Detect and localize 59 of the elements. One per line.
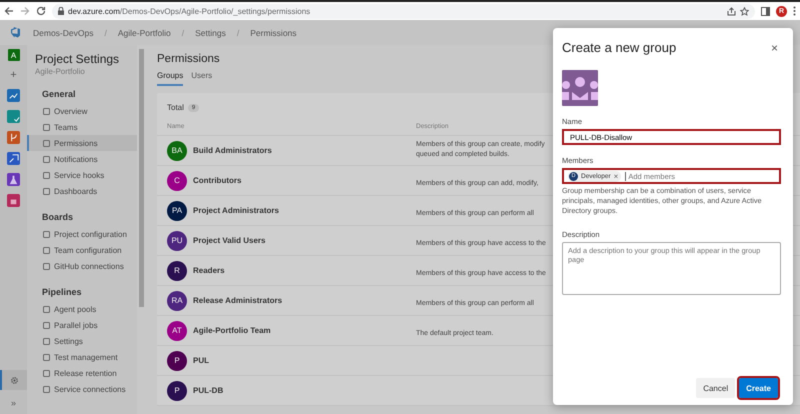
group-avatar: P — [167, 380, 187, 400]
dialog-button[interactable]: Create — [739, 378, 778, 398]
sidebar-item[interactable]: Notifications — [27, 151, 137, 167]
group-name[interactable]: Contributors — [193, 176, 242, 185]
group-avatar: PA — [167, 200, 187, 220]
sidebar-item[interactable]: GitHub connections — [27, 258, 137, 274]
breadcrumb-link[interactable]: Settings — [195, 28, 226, 38]
group-avatar: C — [167, 170, 187, 190]
sidebar-item[interactable]: Agent pools — [27, 301, 137, 317]
address-bar[interactable]: dev.azure.com/Demos-DevOps/Agile-Portfolio/_settings/permissions — [52, 4, 755, 18]
breadcrumb-separator: / — [236, 28, 240, 38]
tab[interactable]: Users — [191, 71, 212, 86]
group-avatar: R — [167, 260, 187, 280]
section-heading: General — [42, 89, 77, 99]
remove-button[interactable]: × — [614, 172, 618, 180]
group-name[interactable]: Project Administrators — [193, 206, 279, 215]
breadcrumb-link[interactable]: Demos-DevOps — [33, 28, 94, 38]
group-avatar: PU — [167, 230, 187, 250]
add-button[interactable]: + — [10, 69, 17, 81]
group-name[interactable]: Build Administrators — [193, 146, 272, 155]
group-name[interactable]: Agile-Portfolio Team — [193, 326, 271, 335]
url-text: dev.azure.com/Demos-DevOps/Agile-Portfolio/_settings/permissions — [68, 6, 310, 16]
breadcrumb-link[interactable]: Agile-Portfolio — [118, 28, 171, 38]
sidebar-item[interactable]: Parallel jobs — [27, 317, 137, 333]
group-avatar: P — [167, 350, 187, 370]
sidebar-item[interactable]: Settings — [27, 333, 137, 349]
group-avatar: BA — [167, 140, 187, 160]
section-heading: Pipelines — [42, 287, 83, 297]
dialog-title: Create a new group — [562, 40, 676, 55]
group-name[interactable]: Readers — [193, 266, 225, 275]
tab[interactable]: Groups — [157, 71, 184, 86]
group-name[interactable]: Project Valid Users — [193, 236, 266, 245]
breadcrumb-separator: / — [104, 28, 107, 38]
group-name[interactable]: PUL — [193, 356, 209, 365]
dialog-button[interactable]: Cancel — [696, 378, 736, 398]
close-button[interactable]: × — [768, 40, 781, 54]
group-avatar: RA — [167, 290, 187, 310]
group-name[interactable]: Release Administrators — [193, 296, 282, 305]
sidebar-title: Project Settings — [35, 52, 120, 66]
sidebar-item[interactable]: Permissions — [27, 135, 137, 151]
sidebar-item[interactable]: Dashboards — [27, 183, 137, 199]
group-avatar: AT — [167, 320, 187, 340]
total-label: Total — [167, 103, 184, 112]
sidebar-item[interactable]: Service connections — [27, 381, 137, 397]
sidebar-item[interactable]: Test management — [27, 349, 137, 365]
breadcrumb-link[interactable]: Permissions — [250, 28, 297, 38]
sidebar-item[interactable]: Service hooks — [27, 167, 137, 183]
sidebar-item[interactable]: Teams — [27, 119, 137, 135]
project-name: Agile-Portfolio — [35, 67, 86, 76]
group-name[interactable]: PUL-DB — [193, 386, 224, 395]
section-heading: Boards — [42, 212, 74, 222]
sidebar-item[interactable]: Project configuration — [27, 226, 137, 242]
project-avatar[interactable]: A — [8, 49, 20, 61]
page-title: Permissions — [157, 53, 221, 65]
sidebar-item[interactable]: Release retention — [27, 365, 137, 381]
breadcrumb-separator: / — [182, 28, 184, 38]
expand-button[interactable]: » — [10, 398, 16, 408]
sidebar-item[interactable]: Overview — [27, 103, 137, 119]
sidebar-item[interactable]: Team configuration — [27, 242, 137, 258]
